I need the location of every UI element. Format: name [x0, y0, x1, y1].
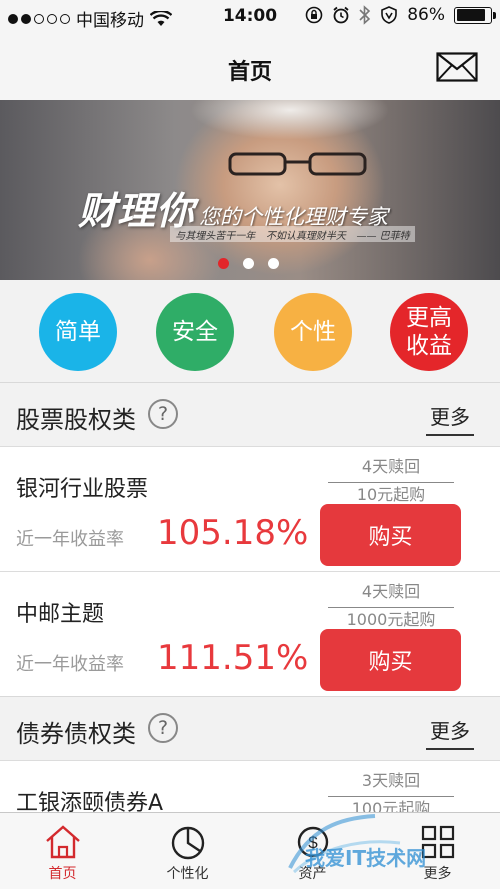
rate-label: 近一年收益率: [16, 529, 124, 550]
fund-row[interactable]: 中邮主题 近一年收益率 111.51% 4天赎回 1000元起购 购买: [0, 571, 500, 696]
feature-higher-return-button[interactable]: 更高收益: [390, 293, 468, 371]
bluetooth-icon: [359, 5, 371, 25]
more-link[interactable]: 更多: [426, 401, 474, 436]
tab-label: 个性化: [166, 866, 209, 882]
feature-safe-button[interactable]: 安全: [156, 293, 234, 371]
rate-label: 近一年收益率: [16, 654, 124, 675]
vpn-shield-icon: [381, 6, 398, 24]
fund-name: 中邮主题: [16, 602, 105, 627]
redeem-period: 4天赎回: [328, 578, 454, 608]
tab-personalize[interactable]: 个性化: [125, 813, 250, 889]
banner-quote-left: 与其埋头苦干一年: [175, 230, 256, 242]
feature-label: 个性: [290, 319, 336, 345]
feature-shortcuts: 简单 安全 个性 更高收益: [0, 280, 500, 382]
tab-label: 首页: [48, 866, 77, 882]
alarm-icon: [333, 6, 349, 24]
stocks-section-header: 股票股权类 ? 更多: [0, 382, 500, 446]
annual-return: 111.51%: [157, 638, 309, 678]
page-dot-1[interactable]: [218, 258, 229, 269]
envelope-icon[interactable]: [436, 52, 478, 82]
banner-photo: [190, 100, 390, 140]
min-purchase: 10元起购: [356, 485, 426, 504]
page-title: 首页: [227, 60, 272, 85]
redeem-period: 3天赎回: [328, 767, 454, 797]
navigation-bar: 首页: [0, 34, 500, 100]
section-title: 债券债权类: [16, 720, 136, 748]
page-dot-3[interactable]: [268, 258, 279, 269]
feature-label: 简单: [55, 319, 101, 345]
more-link[interactable]: 更多: [426, 715, 474, 750]
orientation-lock-icon: [305, 6, 323, 24]
battery-percent: 86%: [407, 5, 445, 25]
feature-label: 更高收益: [406, 305, 452, 359]
feature-label: 安全: [172, 319, 218, 345]
battery-icon: [454, 6, 496, 24]
status-bar: 中国移动 14:00 86%: [0, 0, 500, 34]
feature-personal-button[interactable]: 个性: [274, 293, 352, 371]
fund-row[interactable]: 银河行业股票 近一年收益率 105.18% 4天赎回 10元起购 购买: [0, 446, 500, 571]
home-icon: [46, 825, 80, 859]
help-icon[interactable]: ?: [148, 713, 178, 743]
status-indicators: 86%: [305, 5, 496, 25]
banner-page-indicator[interactable]: [218, 258, 279, 269]
annual-return: 105.18%: [157, 513, 309, 553]
banner-photo-detail: [228, 152, 367, 176]
bonds-section-header: 债券债权类 ? 更多: [0, 696, 500, 760]
pie-chart-icon: [171, 826, 205, 860]
page-dot-2[interactable]: [243, 258, 254, 269]
banner-quote-author: —— 巴菲特: [356, 230, 410, 242]
watermark-text: 我爱IT技术网: [305, 846, 427, 870]
fund-name: 银河行业股票: [16, 477, 149, 502]
help-icon[interactable]: ?: [148, 399, 178, 429]
buy-button[interactable]: 购买: [320, 504, 461, 566]
tab-home[interactable]: 首页: [0, 813, 125, 889]
redeem-period: 4天赎回: [328, 453, 454, 483]
banner-quote-mid: 不如认真理财半天: [265, 230, 346, 242]
buy-button[interactable]: 购买: [320, 629, 461, 691]
feature-simple-button[interactable]: 简单: [39, 293, 117, 371]
promo-banner[interactable]: 财理你 您的个性化理财专家 与其埋头苦干一年 不如认真理财半天 —— 巴菲特: [0, 100, 500, 280]
min-purchase: 1000元起购: [346, 610, 436, 629]
section-title: 股票股权类: [16, 406, 136, 434]
banner-quote: 与其埋头苦干一年 不如认真理财半天 —— 巴菲特: [170, 226, 415, 242]
